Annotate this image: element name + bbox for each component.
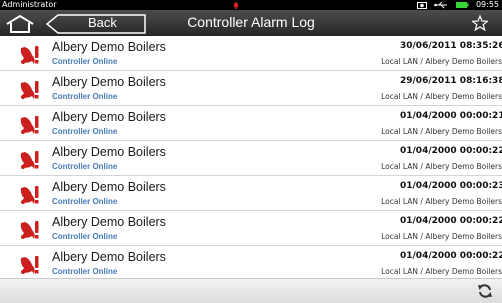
alarm-status: Controller Online [52,232,118,241]
alarm-status: Controller Online [52,57,118,66]
alarm-row[interactable]: Albery Demo Boilers Controller Online 01/0… [0,246,502,278]
alarm-list[interactable]: Albery Demo Boilers Controller Online 30/0… [0,36,502,278]
alarm-row[interactable]: Albery Demo Boilers Controller Online 01/0… [0,106,502,141]
alarm-timestamp: 01/04/2000 00:00:22 [400,216,502,226]
home-icon [6,14,34,33]
alarm-row[interactable]: Albery Demo Boilers Controller Online 29/0… [0,71,502,106]
controller-name: Albery Demo Boilers [52,180,166,194]
network-path: Local LAN / Albery Demo Boilers [381,92,502,101]
clock: 09:55 [475,0,499,9]
alarm-timestamp: 01/04/2000 00:00:23 [400,181,502,191]
footer-bar [0,278,502,303]
alarm-bell-icon [20,46,39,64]
alarm-bell-icon [20,116,39,134]
usb-icon [434,1,447,9]
network-path: Local LAN / Albery Demo Boilers [381,127,502,136]
alarm-status: Controller Online [52,197,118,206]
alarm-timestamp: 30/06/2011 08:35:26 [400,41,502,51]
alarm-bell-icon [20,151,39,169]
title-bar: Back Controller Alarm Log [0,10,502,36]
network-path: Local LAN / Albery Demo Boilers [381,162,502,171]
back-label: Back [88,15,117,30]
refresh-icon[interactable] [477,283,493,299]
network-path: Local LAN / Albery Demo Boilers [381,197,502,206]
alarm-timestamp: 01/04/2000 00:00:22 [400,251,502,261]
star-icon[interactable] [472,15,488,31]
alarm-status: Controller Online [52,92,118,101]
network-path: Local LAN / Albery Demo Boilers [381,57,502,66]
alarm-bell-icon [20,256,39,274]
alarm-notification-icon[interactable] [232,1,240,9]
camera-icon[interactable] [416,1,427,9]
controller-name: Albery Demo Boilers [52,110,166,124]
alarm-bell-icon [20,81,39,99]
alarm-timestamp: 29/06/2011 08:16:38 [400,76,502,86]
alarm-status: Controller Online [52,162,118,171]
battery-icon [455,2,469,8]
controller-name: Albery Demo Boilers [52,40,166,54]
home-button[interactable] [5,14,35,34]
alarm-row[interactable]: Albery Demo Boilers Controller Online 01/0… [0,211,502,246]
controller-name: Albery Demo Boilers [52,215,166,229]
alarm-row[interactable]: Albery Demo Boilers Controller Online 01/0… [0,141,502,176]
alarm-timestamp: 01/04/2000 00:00:21 [400,111,502,121]
alarm-bell-icon [20,221,39,239]
controller-name: Albery Demo Boilers [52,250,166,264]
controller-name: Albery Demo Boilers [52,145,166,159]
alarm-status: Controller Online [52,127,118,136]
alarm-row[interactable]: Albery Demo Boilers Controller Online 30/0… [0,36,502,71]
controller-name: Albery Demo Boilers [52,75,166,89]
alarm-status: Controller Online [52,267,118,276]
back-button[interactable]: Back [46,14,146,34]
alarm-bell-icon [20,186,39,204]
alarm-row[interactable]: Albery Demo Boilers Controller Online 01/0… [0,176,502,211]
network-path: Local LAN / Albery Demo Boilers [381,267,502,276]
alarm-timestamp: 01/04/2000 00:00:22 [400,146,502,156]
system-status-bar: Administrator 09:55 [0,0,502,10]
network-path: Local LAN / Albery Demo Boilers [381,232,502,241]
user-label: Administrator [2,0,57,9]
